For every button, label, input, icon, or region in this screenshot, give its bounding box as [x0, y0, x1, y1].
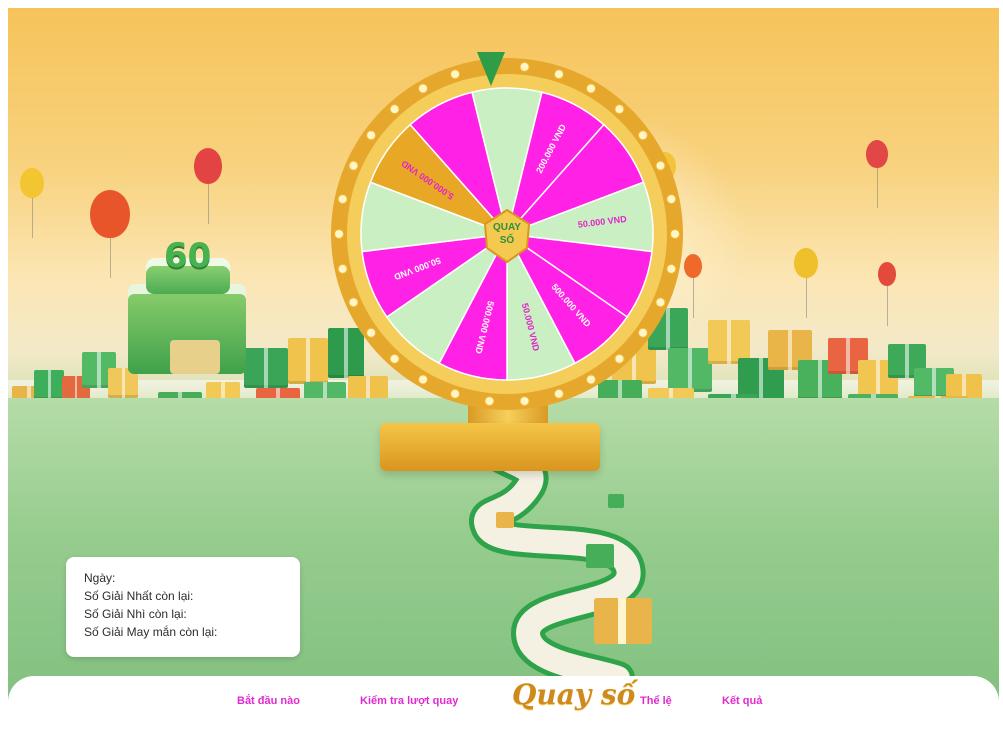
wheel-light-bulb	[519, 61, 530, 72]
spin-button-label[interactable]: QUAY	[493, 222, 521, 233]
wheel-light-bulb	[348, 297, 359, 308]
wheel-light-bulb	[337, 263, 348, 274]
wheel-light-bulb	[337, 194, 348, 205]
gift-on-track-4	[608, 494, 624, 508]
wheel-light-bulb	[637, 327, 648, 338]
wheel-light-bulb	[670, 229, 680, 239]
wheel-light-bulb	[586, 374, 596, 385]
wheel-light-bulb	[484, 396, 495, 407]
wheel-light-bulb	[450, 69, 461, 80]
wheel-light-bulb	[655, 160, 666, 171]
wheel-light-bulb	[553, 388, 564, 399]
nav-rules[interactable]: Thể lệ	[640, 695, 672, 707]
info-first-prize: Số Giải Nhất còn lại:	[84, 589, 194, 603]
wheel-light-bulb	[418, 374, 428, 385]
wheel-light-bulb	[614, 104, 625, 115]
info-second-prize: Số Giải Nhì còn lại:	[84, 607, 187, 621]
wheel-light-bulb	[586, 83, 596, 94]
wheel-light-bulb	[389, 353, 400, 364]
nav-check-turns[interactable]: Kiểm tra lượt quay	[360, 695, 458, 707]
wheel-light-bulb	[418, 83, 428, 94]
wheel-light-bulb	[614, 353, 625, 364]
wheel-light-bulb	[666, 194, 677, 205]
gift-on-track-2	[586, 544, 614, 568]
prize-wheel-svg[interactable]: 200.000 VND50.000 VND500.000 VND50.000 V…	[317, 44, 697, 424]
nav-start[interactable]: Bắt đầu nào	[237, 695, 300, 707]
wheel-light-bulb	[334, 229, 344, 239]
gift-on-track-3	[496, 512, 514, 528]
spin-button-label-2[interactable]: SỐ	[500, 232, 515, 246]
nav-results[interactable]: Kết quả	[722, 695, 762, 707]
wheel-light-bulb	[366, 327, 377, 338]
wheel-light-bulb	[450, 388, 461, 399]
remaining-prizes-panel: Ngày: Số Giải Nhất còn lại: Số Giải Nhì …	[66, 557, 300, 657]
prize-wheel[interactable]: 200.000 VND 50.000 VND 500.000 VND 50.000 V…	[317, 44, 697, 424]
promo-stage: 60 200.000 VND 50.000 VND 500.000 VND 50.00…	[8, 8, 999, 723]
nav-quay-so-logo[interactable]: Quay số	[512, 678, 635, 711]
wheel-light-bulb	[637, 130, 648, 141]
wheel-light-bulb	[366, 130, 377, 141]
wheel-stand-base	[380, 423, 600, 471]
wheel-light-bulb	[519, 396, 530, 407]
info-lucky-prize: Số Giải May mắn còn lại:	[84, 625, 218, 639]
wheel-light-bulb	[655, 297, 666, 308]
wheel-light-bulb	[666, 263, 677, 274]
info-date: Ngày:	[84, 571, 116, 585]
wheel-light-bulb	[389, 104, 400, 115]
wheel-pointer-icon	[477, 52, 505, 86]
wheel-light-bulb	[553, 69, 564, 80]
bottom-nav	[8, 676, 999, 723]
wheel-light-bulb	[348, 160, 359, 171]
